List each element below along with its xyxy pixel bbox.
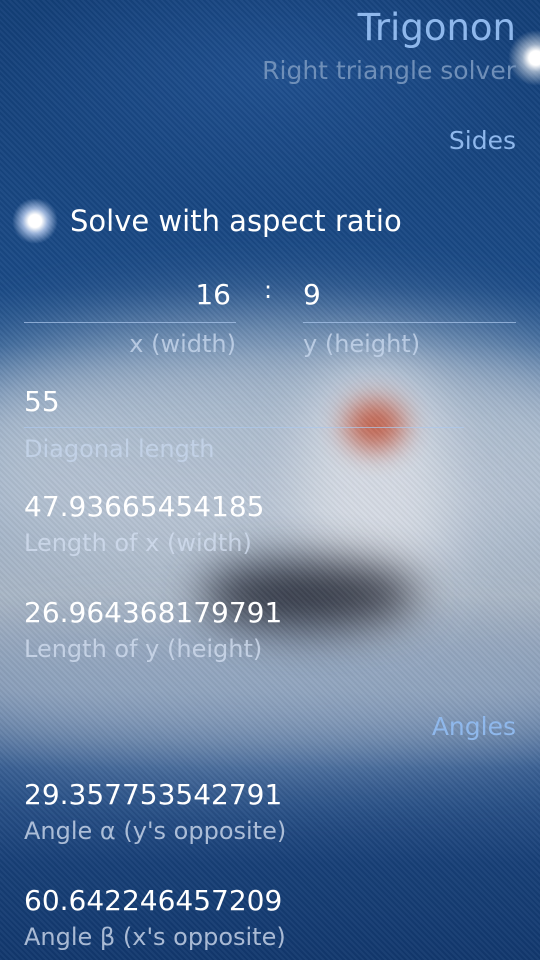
length-y-value: 26.964368179791 xyxy=(24,596,283,629)
ratio-x-underline xyxy=(24,322,236,323)
switch-indicator-icon xyxy=(12,198,58,244)
length-y-output: 26.964368179791 Length of y (height) xyxy=(24,596,282,663)
ratio-x-value[interactable]: 16 xyxy=(195,278,231,311)
angle-beta-value: 60.642246457209 xyxy=(24,884,283,917)
length-y-label: Length of y (height) xyxy=(24,635,263,663)
diagonal-underline xyxy=(24,427,464,428)
page-title: Trigonon xyxy=(357,6,516,49)
angle-alpha-value: 29.357753542791 xyxy=(24,778,283,811)
ratio-y-label: y (height) xyxy=(303,330,421,358)
length-x-label: Length of x (width) xyxy=(24,529,252,557)
ratio-x-label: x (width) xyxy=(129,330,236,358)
section-header-sides: Sides xyxy=(448,126,516,155)
ratio-y-field[interactable]: 9 y (height) xyxy=(303,278,516,362)
length-x-output: 47.93665454185 Length of x (width) xyxy=(24,490,265,557)
diagonal-length-field[interactable]: 55 Diagonal length xyxy=(24,385,464,469)
aspect-ratio-switch-label: Solve with aspect ratio xyxy=(70,204,402,238)
ratio-separator: : xyxy=(264,276,273,304)
angle-beta-label: Angle β (x's opposite) xyxy=(24,923,286,951)
ratio-y-value[interactable]: 9 xyxy=(303,278,321,311)
angle-alpha-output: 29.357753542791 Angle α (y's opposite) xyxy=(24,778,286,845)
diagonal-length-value[interactable]: 55 xyxy=(24,385,60,418)
angle-alpha-label: Angle α (y's opposite) xyxy=(24,817,287,845)
aspect-ratio-switch[interactable]: Solve with aspect ratio xyxy=(0,190,540,254)
ratio-x-field[interactable]: 16 x (width) xyxy=(24,278,236,362)
ratio-y-underline xyxy=(303,322,516,323)
solver-page[interactable]: Trigonon Right triangle solver Sides Sol… xyxy=(0,0,540,960)
page-subtitle: Right triangle solver xyxy=(262,56,516,85)
diagonal-length-label: Diagonal length xyxy=(24,435,215,463)
section-header-angles: Angles xyxy=(431,712,516,741)
angle-beta-output: 60.642246457209 Angle β (x's opposite) xyxy=(24,884,286,951)
length-x-value: 47.93665454185 xyxy=(24,490,265,523)
